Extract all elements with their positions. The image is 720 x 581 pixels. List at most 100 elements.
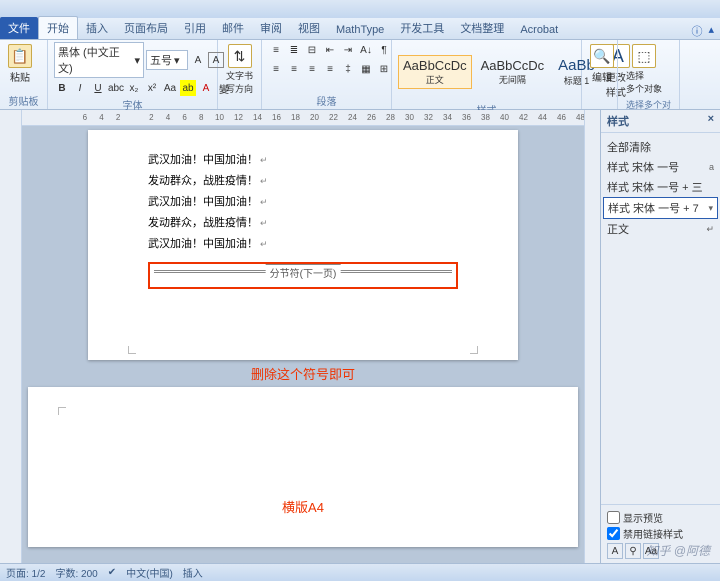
tab-file[interactable]: 文件 <box>0 17 38 39</box>
tab-view[interactable]: 视图 <box>290 17 328 39</box>
status-insertmode[interactable]: 插入 <box>183 565 203 580</box>
vertical-ruler <box>0 110 22 563</box>
indent-inc-button[interactable]: ⇥ <box>340 42 356 58</box>
style-row[interactable]: 样式 宋体 一号a <box>603 157 718 177</box>
numbering-button[interactable]: ≣ <box>286 42 302 58</box>
doc-line[interactable]: 武汉加油！中国加油！ <box>148 234 458 255</box>
tab-mathtype[interactable]: MathType <box>328 21 392 39</box>
find-button[interactable]: 🔍编辑 <box>588 42 616 86</box>
highlight-button[interactable]: ab <box>180 80 196 96</box>
group-textdir: ⇅ 文字书 写方向 <box>218 40 262 109</box>
style-clear-all[interactable]: 全部清除 <box>603 137 718 157</box>
annotation-landscape: 横版A4 <box>68 497 538 516</box>
styles-pane: 样式 × 全部清除 样式 宋体 一号a 样式 宋体 一号 + 三 样式 宋体 一… <box>600 110 720 563</box>
status-words[interactable]: 字数: 200 <box>55 565 97 580</box>
crop-mark <box>58 407 66 415</box>
text-effect-button[interactable]: Aa <box>162 80 178 96</box>
disable-linked-checkbox[interactable]: 禁用链接样式 <box>607 526 714 541</box>
text-direction-icon: ⇅ <box>228 44 252 68</box>
document-area[interactable]: 6422468101214161820222426283032343638404… <box>22 110 584 563</box>
paste-label: 粘贴 <box>10 69 30 84</box>
tab-mailings[interactable]: 邮件 <box>214 17 252 39</box>
page-1[interactable]: 武汉加油！中国加油！ 发动群众，战胜疫情！ 武汉加油！中国加油！ 发动群众，战胜… <box>88 130 518 360</box>
align-left-button[interactable]: ≡ <box>268 61 284 77</box>
select-icon: ⬚ <box>632 44 656 68</box>
tab-insert[interactable]: 插入 <box>78 17 116 39</box>
select-objects-button[interactable]: ⬚选择 多个对象 <box>624 42 664 97</box>
paragraph-label: 段落 <box>268 92 385 108</box>
page-2[interactable]: 横版A4 <box>28 387 578 547</box>
paste-icon: 📋 <box>8 44 32 68</box>
status-language[interactable]: 中文(中国) <box>126 565 173 580</box>
help-icon[interactable]: ⓘ <box>691 23 702 39</box>
tab-acrobat[interactable]: Acrobat <box>512 21 566 39</box>
bold-button[interactable]: B <box>54 80 70 96</box>
grow-font-icon[interactable]: A <box>190 52 206 68</box>
statusbar: 页面: 1/2 字数: 200 ✔ 中文(中国) 插入 <box>0 563 720 581</box>
status-spellcheck-icon[interactable]: ✔ <box>108 567 116 578</box>
shading-button[interactable]: ▦ <box>358 61 374 77</box>
paste-button[interactable]: 📋 粘贴 <box>6 42 34 86</box>
underline-button[interactable]: U <box>90 80 106 96</box>
italic-button[interactable]: I <box>72 80 88 96</box>
tab-references[interactable]: 引用 <box>176 17 214 39</box>
strike-button[interactable]: abc <box>108 80 124 96</box>
section-break-highlight: 分节符(下一页) <box>148 262 458 289</box>
subscript-button[interactable]: x₂ <box>126 80 142 96</box>
font-color-button[interactable]: A <box>198 80 214 96</box>
edit-label: 编辑 <box>592 69 612 84</box>
status-page[interactable]: 页面: 1/2 <box>6 565 45 580</box>
vertical-scrollbar[interactable] <box>584 110 600 563</box>
doc-line[interactable]: 武汉加油！中国加油！ <box>148 192 458 213</box>
font-family-combo[interactable]: 黑体 (中文正文)▾ <box>54 42 144 78</box>
style-row[interactable]: 正文↵ <box>603 219 718 239</box>
doc-line[interactable]: 武汉加油！中国加油！ <box>148 150 458 171</box>
ribbon-tabs: 文件 开始 插入 页面布局 引用 邮件 审阅 视图 MathType 开发工具 … <box>0 18 720 40</box>
style-inspector-icon[interactable]: ⚲ <box>625 543 641 559</box>
minimize-ribbon-icon[interactable]: ▴ <box>708 23 714 39</box>
text-direction-button[interactable]: ⇅ 文字书 写方向 <box>224 42 255 97</box>
textdir-group-label <box>224 107 255 108</box>
tab-developer[interactable]: 开发工具 <box>392 17 452 39</box>
bullets-button[interactable]: ≡ <box>268 42 284 58</box>
style-row[interactable]: 样式 宋体 一号 + 三 <box>603 177 718 197</box>
crop-mark <box>470 346 478 354</box>
watermark: 知乎 @阿德 <box>646 542 710 559</box>
style-normal[interactable]: AaBbCcDc正文 <box>398 55 472 89</box>
show-preview-checkbox[interactable]: 显示预览 <box>607 510 714 525</box>
group-paragraph: ≡ ≣ ⊟ ⇤ ⇥ A↓ ¶ ≡ ≡ ≡ ≡ ‡ ▦ ⊞ 段落 <box>262 40 392 109</box>
textdir-label: 文字书 写方向 <box>226 69 253 95</box>
style-nospacing[interactable]: AaBbCcDc无间隔 <box>476 55 550 89</box>
indent-dec-button[interactable]: ⇤ <box>322 42 338 58</box>
group-styles: AaBbCcDc正文 AaBbCcDc无间隔 AaBb标题 1 A 更改样式 样… <box>392 40 582 109</box>
font-size-combo[interactable]: 五号▾ <box>146 50 188 70</box>
doc-line[interactable]: 发动群众，战胜疫情！ <box>148 213 458 234</box>
tab-home[interactable]: 开始 <box>38 16 78 39</box>
doc-line[interactable]: 发动群众，战胜疫情！ <box>148 171 458 192</box>
tab-review[interactable]: 审阅 <box>252 17 290 39</box>
tab-docsort[interactable]: 文档整理 <box>452 17 512 39</box>
tab-pagelayout[interactable]: 页面布局 <box>116 17 176 39</box>
show-marks-button[interactable]: ¶ <box>376 42 392 58</box>
align-justify-button[interactable]: ≡ <box>322 61 338 77</box>
group-font: 黑体 (中文正文)▾ 五号▾ A A B I U abc x₂ x² Aa ab… <box>48 40 218 109</box>
editing-label <box>588 107 611 108</box>
multilevel-button[interactable]: ⊟ <box>304 42 320 58</box>
new-style-icon[interactable]: A <box>607 543 623 559</box>
group-clipboard: 📋 粘贴 剪贴板 <box>0 40 48 109</box>
align-right-button[interactable]: ≡ <box>304 61 320 77</box>
style-row-selected[interactable]: 样式 宋体 一号 + 7▾ <box>603 197 718 219</box>
close-icon[interactable]: × <box>708 113 714 129</box>
crop-mark <box>128 346 136 354</box>
superscript-button[interactable]: x² <box>144 80 160 96</box>
group-editing: 🔍编辑 <box>582 40 618 109</box>
annotation-delete: 删除这个符号即可 <box>22 364 584 383</box>
align-center-button[interactable]: ≡ <box>286 61 302 77</box>
sort-button[interactable]: A↓ <box>358 42 374 58</box>
workspace: 6422468101214161820222426283032343638404… <box>0 110 720 563</box>
window-titlebar <box>0 0 720 18</box>
ribbon: 📋 粘贴 剪贴板 黑体 (中文正文)▾ 五号▾ A A B I U abc x₂… <box>0 40 720 110</box>
line-spacing-button[interactable]: ‡ <box>340 61 356 77</box>
borders-button[interactable]: ⊞ <box>376 61 392 77</box>
section-break-text[interactable]: 分节符(下一页) <box>266 264 341 280</box>
